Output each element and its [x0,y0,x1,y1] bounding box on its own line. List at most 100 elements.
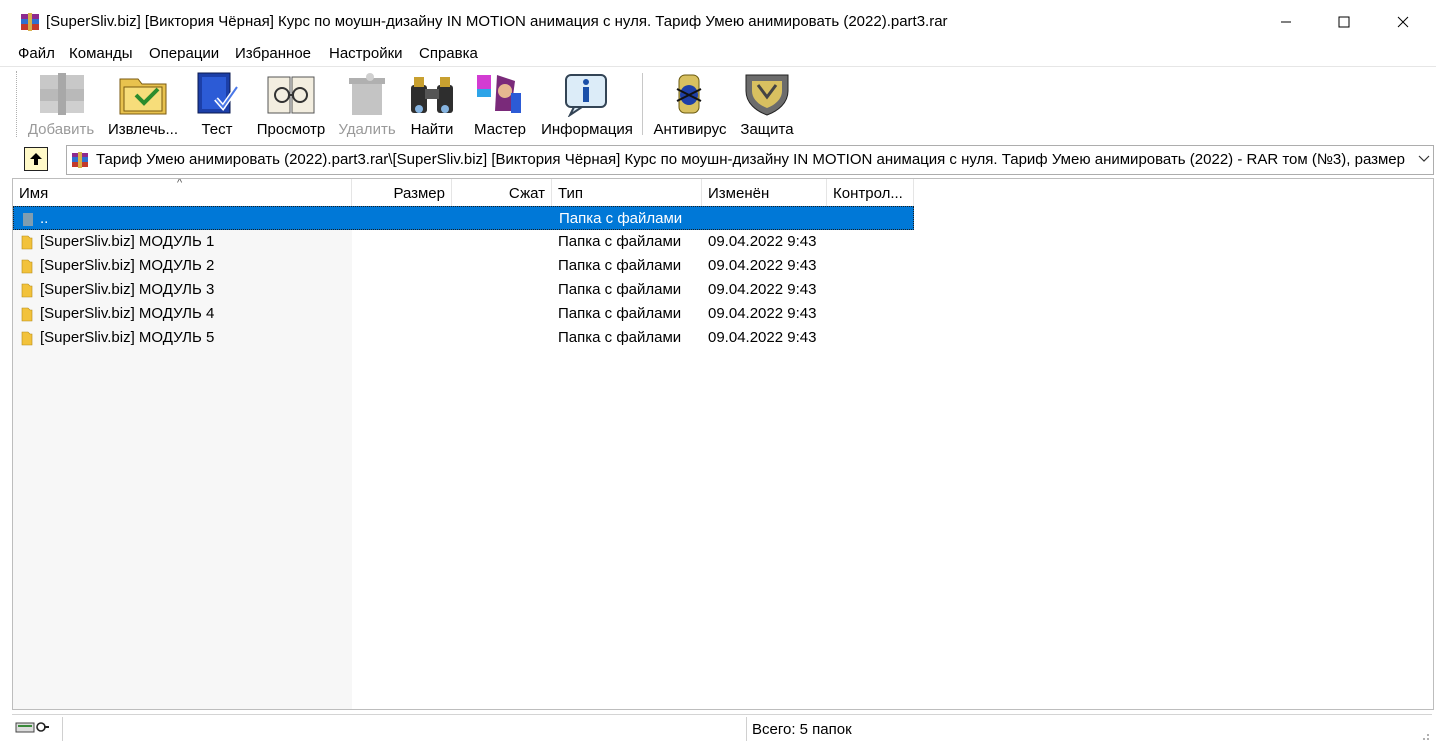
up-arrow-icon [30,153,42,165]
table-row-parent[interactable]: .. Папка с файлами [13,206,914,230]
row-modified: 09.04.2022 9:43 [708,329,817,346]
protect-label: Защита [740,121,794,138]
column-header-size[interactable]: Размер [352,179,452,206]
extract-button[interactable]: Извлечь... [104,69,182,139]
row-modified: 09.04.2022 9:43 [708,305,817,322]
parent-folder-icon [23,213,33,226]
table-row[interactable]: [SuperSliv.biz] МОДУЛЬ 4 Папка с файлами… [13,302,914,326]
row-modified: 09.04.2022 9:43 [708,281,817,298]
close-icon [1397,16,1409,28]
test-button[interactable]: Тест [190,69,244,139]
drive-key-icon[interactable] [14,720,50,734]
row-name: .. [40,210,49,227]
folder-icon [21,307,33,322]
wizard-button[interactable]: Мастер [470,69,530,139]
path-field[interactable]: [SuperSliv.biz] [Виктория Чёрная] Курс п… [93,151,1405,168]
up-folder-button[interactable] [24,147,48,171]
folder-icon [21,283,33,298]
column-header-type[interactable]: Тип [552,179,702,206]
row-type: Папка с файлами [558,329,682,346]
list-header: Имя ^ Размер Сжат Тип Изменён Контрол... [13,179,1433,206]
add-button[interactable]: Добавить [26,69,96,139]
path-bar: [SuperSliv.biz] [Виктория Чёрная] Курс п… [0,142,1436,176]
row-type: Папка с файлами [558,257,682,274]
table-row[interactable]: [SuperSliv.biz] МОДУЛЬ 2 Папка с файлами… [13,254,914,278]
sort-ascending-icon: ^ [177,179,183,189]
row-type: Папка с файлами [559,210,683,227]
row-type: Папка с файлами [558,305,682,322]
row-modified: 09.04.2022 9:43 [708,257,817,274]
wizard-label: Мастер [474,121,526,138]
info-button[interactable]: Информация [538,69,636,139]
title-bar: [SuperSliv.biz] [Виктория Чёрная] Курс п… [0,0,1436,44]
view-glasses-icon [267,76,315,114]
row-name: [SuperSliv.biz] МОДУЛЬ 4 [40,305,215,322]
row-modified: 09.04.2022 9:43 [708,233,817,250]
maximize-icon [1338,16,1350,28]
column-header-packed[interactable]: Сжат [452,179,552,206]
row-name: [SuperSliv.biz] МОДУЛЬ 1 [40,233,215,250]
maximize-button[interactable] [1315,0,1373,44]
delete-label: Удалить [338,121,396,138]
row-name: [SuperSliv.biz] МОДУЛЬ 2 [40,257,215,274]
folder-icon [21,235,33,250]
toolbar-separator [642,73,643,135]
status-summary: Всего: 5 папок [752,721,852,738]
winrar-books-icon [21,13,39,31]
menu-settings[interactable]: Настройки [329,45,403,62]
row-name: [SuperSliv.biz] МОДУЛЬ 5 [40,329,215,346]
table-row[interactable]: [SuperSliv.biz] МОДУЛЬ 3 Папка с файлами… [13,278,914,302]
column-header-modified[interactable]: Изменён [702,179,827,206]
column-header-name[interactable]: Имя ^ [13,179,352,206]
menu-favorites[interactable]: Избранное [235,45,311,62]
status-separator [62,717,63,741]
column-name-label: Имя [19,185,49,202]
menu-operations[interactable]: Операции [149,45,219,62]
menu-commands[interactable]: Команды [69,45,133,62]
status-bar: Всего: 5 папок [12,714,1432,743]
antivirus-bug-icon [676,74,702,114]
chevron-down-icon[interactable] [1417,152,1431,166]
protect-button[interactable]: Защита [738,69,796,139]
info-label: Информация [541,121,633,138]
info-icon [565,74,607,117]
window-title: [SuperSliv.biz] [Виктория Чёрная] Курс п… [46,13,948,30]
winrar-window: [SuperSliv.biz] [Виктория Чёрная] Курс п… [0,0,1436,744]
add-label: Добавить [27,121,95,138]
table-row[interactable]: [SuperSliv.biz] МОДУЛЬ 5 Папка с файлами… [13,326,914,350]
minimize-icon [1281,21,1291,23]
delete-icon [349,73,385,115]
row-type: Папка с файлами [558,281,682,298]
folder-icon [21,331,33,346]
antivirus-button[interactable]: Антивирус [650,69,730,139]
test-label: Тест [201,121,233,138]
extract-folder-icon [119,78,167,115]
minimize-button[interactable] [1257,0,1315,44]
find-button[interactable]: Найти [404,69,460,139]
delete-button[interactable]: Удалить [336,69,398,139]
folder-icon [21,259,33,274]
menu-bar: Файл Команды Операции Избранное Настройк… [0,44,1436,66]
table-row[interactable]: [SuperSliv.biz] МОДУЛЬ 1 Папка с файлами… [13,230,914,254]
wizard-icon [477,75,521,113]
shield-icon [745,74,789,116]
file-list[interactable]: Имя ^ Размер Сжат Тип Изменён Контрол...… [12,178,1434,710]
row-type: Папка с файлами [558,233,682,250]
menu-file[interactable]: Файл [18,45,55,62]
status-separator [746,717,747,741]
test-book-icon [197,72,240,114]
toolbar-grip[interactable] [16,71,20,137]
toolbar: Добавить Извлечь... Тест Просмотр Удалит… [0,66,1436,141]
view-button[interactable]: Просмотр [252,69,330,139]
antivirus-label: Антивирус [653,121,727,138]
extract-label: Извлечь... [107,121,178,138]
close-button[interactable] [1374,0,1432,44]
menu-help[interactable]: Справка [419,45,478,62]
binoculars-icon [411,77,453,113]
view-label: Просмотр [256,121,326,138]
resize-grip-icon[interactable] [1418,729,1430,741]
path-combobox[interactable]: [SuperSliv.biz] [Виктория Чёрная] Курс п… [66,145,1434,175]
archive-icon [72,152,88,168]
column-header-crc[interactable]: Контрол... [827,179,914,206]
row-name: [SuperSliv.biz] МОДУЛЬ 3 [40,281,215,298]
